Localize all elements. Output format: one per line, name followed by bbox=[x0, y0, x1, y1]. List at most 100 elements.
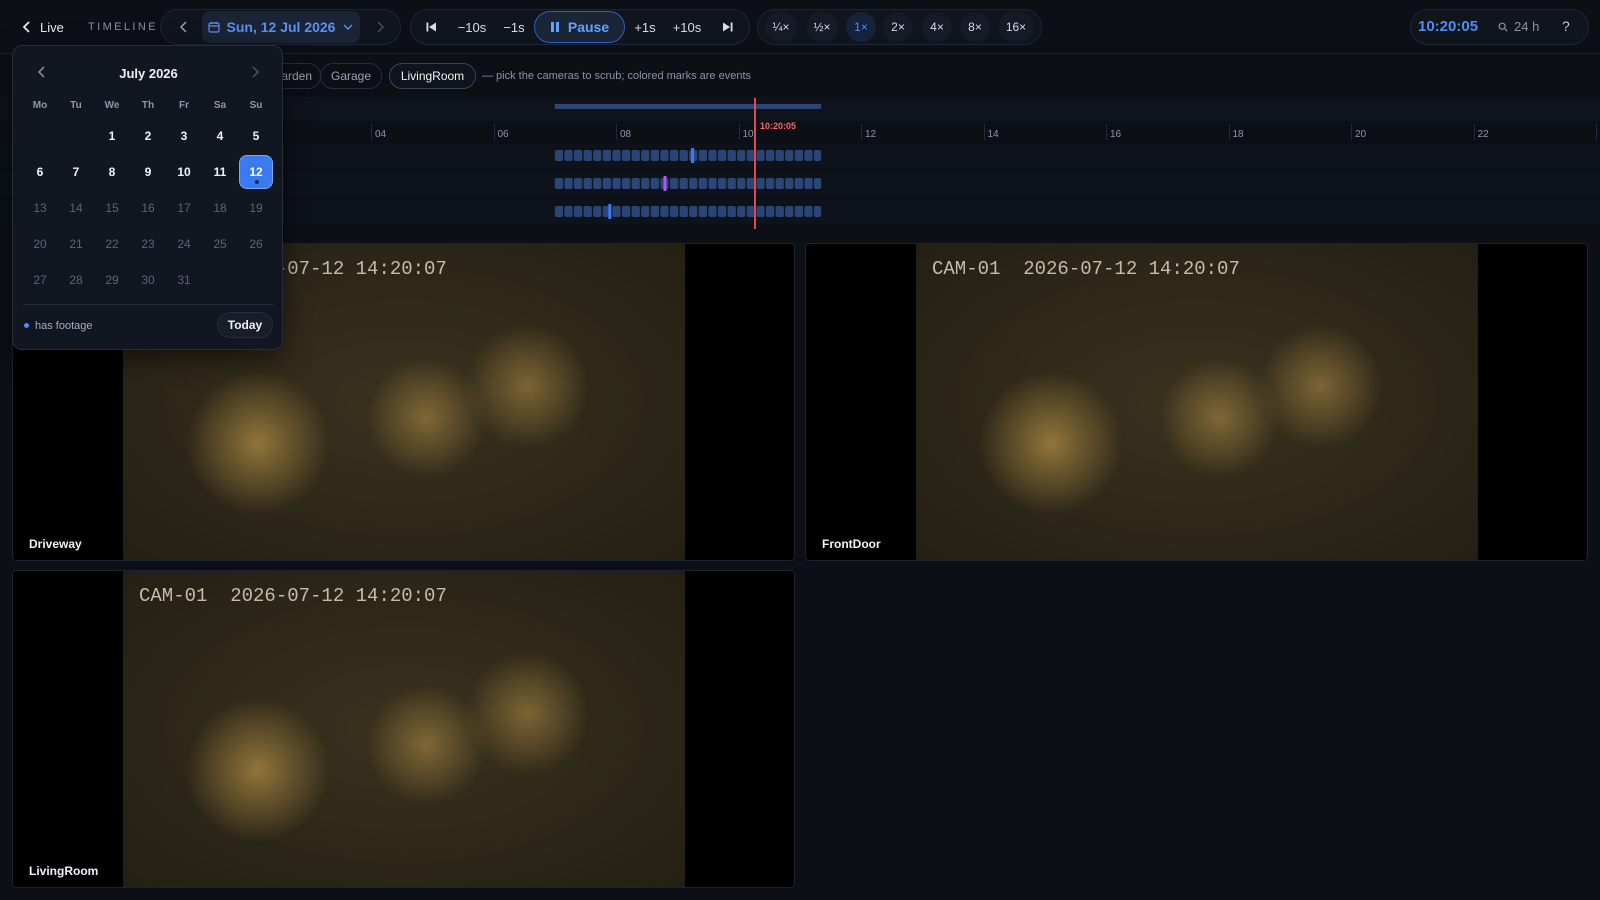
footage-segment[interactable] bbox=[804, 150, 813, 161]
footage-segment[interactable] bbox=[804, 178, 813, 189]
footage-segment[interactable] bbox=[612, 178, 621, 189]
footage-segment[interactable] bbox=[564, 206, 573, 217]
footage-segment[interactable] bbox=[641, 178, 650, 189]
zoom-range-button[interactable]: 24 h bbox=[1498, 19, 1539, 34]
calendar-day[interactable]: 26 bbox=[239, 227, 273, 261]
footage-segment[interactable] bbox=[650, 150, 660, 161]
footage-segment[interactable] bbox=[573, 178, 583, 189]
footage-segment[interactable] bbox=[756, 178, 765, 189]
help-button[interactable]: ? bbox=[1562, 18, 1570, 34]
footage-segment[interactable] bbox=[679, 178, 688, 189]
calendar-day[interactable]: 12 bbox=[239, 155, 273, 189]
footage-segment[interactable] bbox=[737, 150, 746, 161]
footage-segment[interactable] bbox=[583, 178, 592, 189]
footage-segment[interactable] bbox=[698, 206, 708, 217]
speed-button[interactable]: 16× bbox=[998, 12, 1034, 42]
calendar-day[interactable]: 19 bbox=[239, 191, 273, 225]
footage-segment[interactable] bbox=[785, 178, 794, 189]
calendar-day[interactable]: 8 bbox=[95, 155, 129, 189]
skip-to-end-button[interactable] bbox=[717, 9, 739, 45]
calendar-day[interactable]: 18 bbox=[203, 191, 237, 225]
footage-segment[interactable] bbox=[621, 206, 631, 217]
calendar-day[interactable]: 21 bbox=[59, 227, 93, 261]
speed-button[interactable]: 4× bbox=[922, 12, 952, 42]
calendar-day[interactable]: 4 bbox=[203, 119, 237, 153]
event-mark[interactable] bbox=[691, 148, 695, 163]
calendar-day[interactable]: 25 bbox=[203, 227, 237, 261]
calendar-day[interactable]: 22 bbox=[95, 227, 129, 261]
footage-segment[interactable] bbox=[794, 150, 804, 161]
camera-tile-frontdoor[interactable]: CAM-01 2026-07-12 14:20:07 FrontDoor bbox=[805, 243, 1588, 561]
footage-segment[interactable] bbox=[593, 150, 602, 161]
speed-button[interactable]: ¼× bbox=[765, 12, 797, 42]
footage-segment[interactable] bbox=[727, 206, 736, 217]
footage-segment[interactable] bbox=[765, 178, 775, 189]
next-day-button[interactable] bbox=[368, 9, 392, 45]
footage-segment[interactable] bbox=[631, 178, 640, 189]
footage-segment[interactable] bbox=[679, 206, 688, 217]
footage-segment[interactable] bbox=[660, 206, 669, 217]
back-to-live-button[interactable]: Live bbox=[22, 16, 64, 38]
footage-segment[interactable] bbox=[669, 150, 679, 161]
footage-segment[interactable] bbox=[717, 206, 727, 217]
footage-segment[interactable] bbox=[631, 150, 640, 161]
pause-button[interactable]: Pause bbox=[534, 11, 625, 43]
footage-segment[interactable] bbox=[765, 206, 775, 217]
calendar-day[interactable]: 6 bbox=[23, 155, 57, 189]
footage-segment[interactable] bbox=[785, 206, 794, 217]
footage-segment[interactable] bbox=[794, 206, 804, 217]
footage-segment[interactable] bbox=[583, 150, 592, 161]
back-10s-button[interactable]: −10s bbox=[452, 9, 492, 45]
footage-segment[interactable] bbox=[717, 178, 727, 189]
calendar-day[interactable]: 14 bbox=[59, 191, 93, 225]
calendar-day[interactable]: 30 bbox=[131, 263, 165, 297]
speed-button[interactable]: ½× bbox=[806, 12, 838, 42]
footage-segment[interactable] bbox=[583, 206, 592, 217]
calendar-day[interactable]: 31 bbox=[167, 263, 201, 297]
footage-segment[interactable] bbox=[564, 178, 573, 189]
footage-segment[interactable] bbox=[727, 150, 736, 161]
footage-segment[interactable] bbox=[689, 178, 698, 189]
footage-segment[interactable] bbox=[641, 150, 650, 161]
playhead[interactable] bbox=[754, 98, 756, 229]
event-mark[interactable] bbox=[608, 204, 612, 219]
footage-segment[interactable] bbox=[554, 150, 564, 161]
calendar-day[interactable]: 23 bbox=[131, 227, 165, 261]
calendar-day[interactable]: 7 bbox=[59, 155, 93, 189]
footage-segment[interactable] bbox=[669, 206, 679, 217]
footage-segment[interactable] bbox=[813, 206, 822, 217]
calendar-day[interactable]: 17 bbox=[167, 191, 201, 225]
footage-segment[interactable] bbox=[669, 178, 679, 189]
footage-segment[interactable] bbox=[804, 206, 813, 217]
footage-segment[interactable] bbox=[765, 150, 775, 161]
footage-segment[interactable] bbox=[573, 150, 583, 161]
footage-segment[interactable] bbox=[698, 150, 708, 161]
camera-chip-garage[interactable]: Garage bbox=[320, 63, 382, 89]
speed-button[interactable]: 8× bbox=[960, 12, 990, 42]
speed-button[interactable]: 2× bbox=[883, 12, 913, 42]
footage-segment[interactable] bbox=[554, 206, 564, 217]
calendar-day[interactable]: 28 bbox=[59, 263, 93, 297]
footage-segment[interactable] bbox=[593, 206, 602, 217]
footage-segment[interactable] bbox=[602, 150, 612, 161]
calendar-day[interactable]: 3 bbox=[167, 119, 201, 153]
footage-segment[interactable] bbox=[679, 150, 688, 161]
calendar-day[interactable]: 10 bbox=[167, 155, 201, 189]
next-month-button[interactable] bbox=[250, 66, 260, 81]
camera-tile-livingroom[interactable]: CAM-01 2026-07-12 14:20:07 LivingRoom bbox=[12, 570, 795, 888]
footage-segment[interactable] bbox=[660, 150, 669, 161]
footage-segment[interactable] bbox=[650, 206, 660, 217]
footage-segment[interactable] bbox=[621, 150, 631, 161]
calendar-day[interactable]: 20 bbox=[23, 227, 57, 261]
footage-segment[interactable] bbox=[554, 178, 564, 189]
calendar-day[interactable]: 5 bbox=[239, 119, 273, 153]
calendar-day[interactable]: 16 bbox=[131, 191, 165, 225]
footage-segment[interactable] bbox=[813, 178, 822, 189]
previous-day-button[interactable] bbox=[172, 9, 196, 45]
footage-segment[interactable] bbox=[631, 206, 640, 217]
footage-segment[interactable] bbox=[775, 178, 784, 189]
footage-segment[interactable] bbox=[785, 150, 794, 161]
footage-segment[interactable] bbox=[737, 178, 746, 189]
calendar-day[interactable]: 11 bbox=[203, 155, 237, 189]
forward-1s-button[interactable]: +1s bbox=[629, 9, 661, 45]
